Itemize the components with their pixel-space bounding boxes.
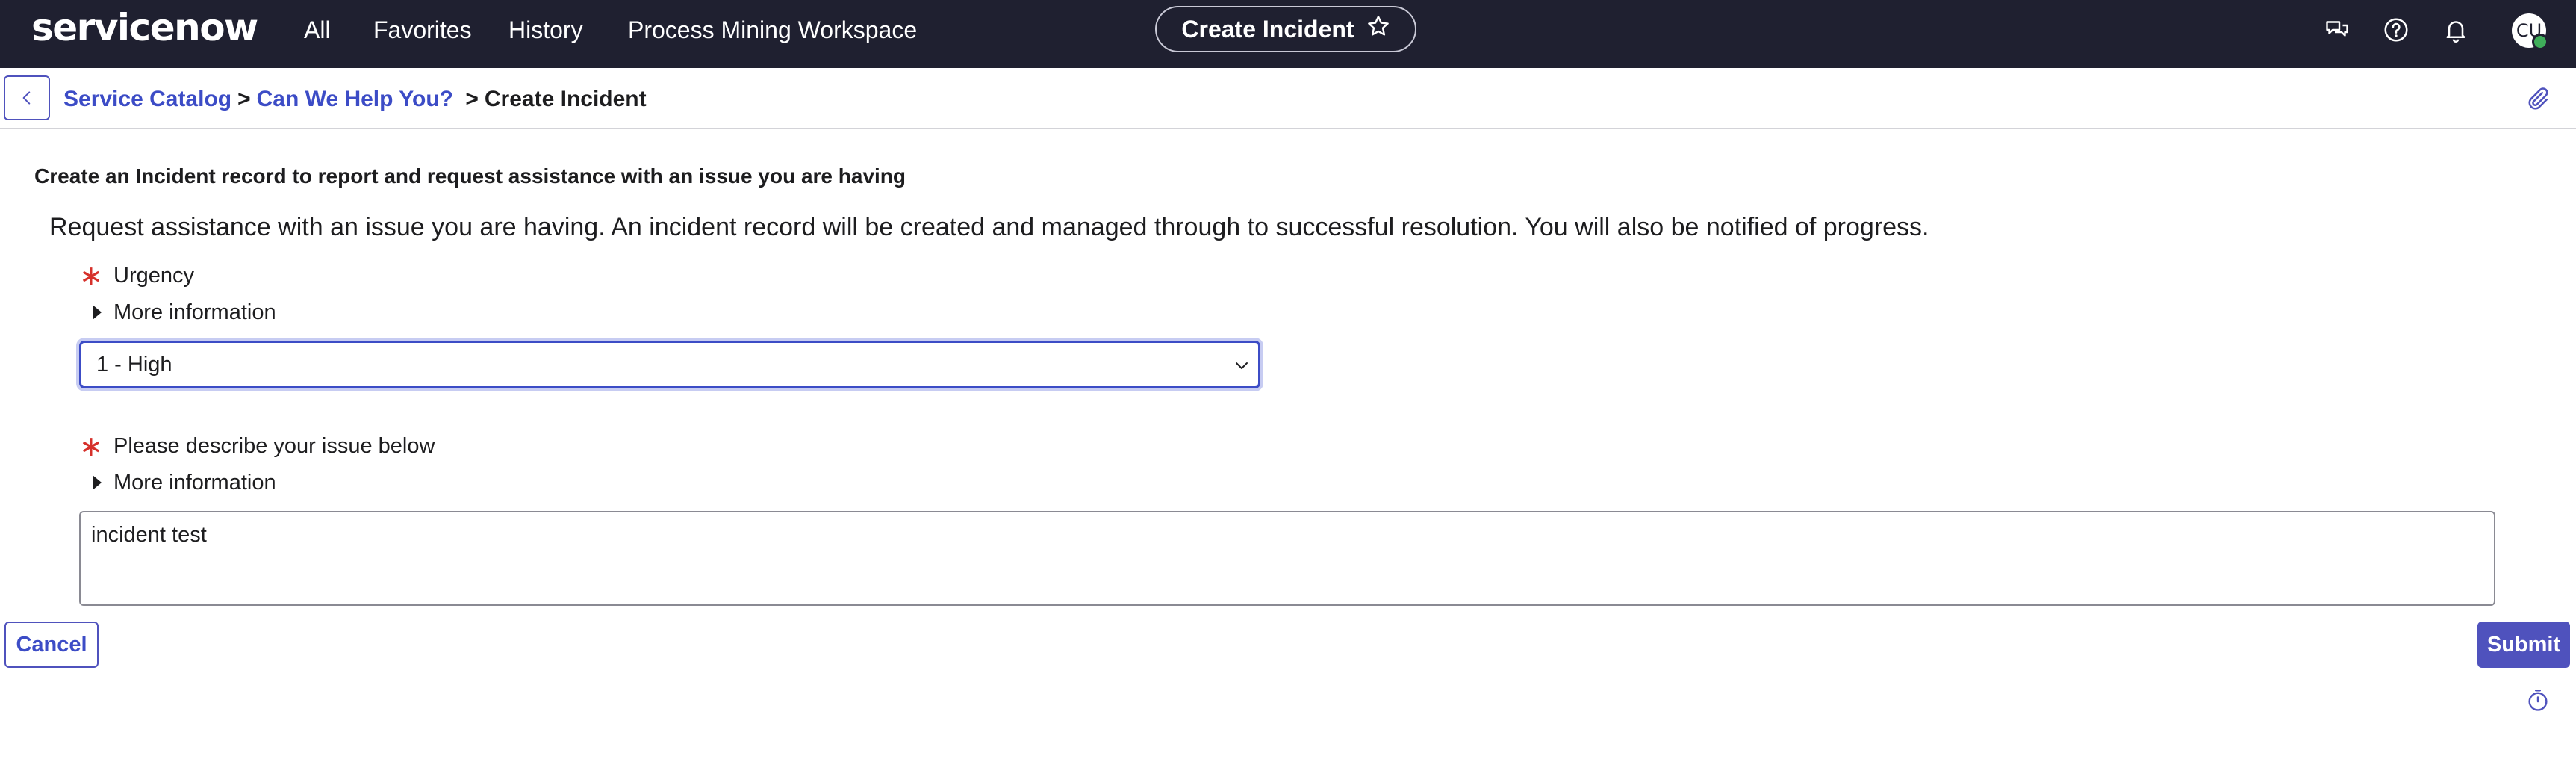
breadcrumb-separator: > (465, 87, 479, 111)
user-avatar[interactable]: CU (2512, 13, 2548, 50)
breadcrumb-can-we-help-you[interactable]: Can We Help You? (257, 87, 453, 111)
form-description: Request assistance with an issue you are… (49, 213, 1929, 241)
urgency-select[interactable]: 1 - High (79, 341, 1260, 388)
caret-right-icon (93, 305, 102, 320)
breadcrumb: Service Catalog > Can We Help You? > Create… (63, 84, 647, 114)
urgency-label: Urgency (113, 264, 194, 288)
issue-more-information-toggle[interactable]: More information (93, 468, 276, 498)
chevron-left-icon (22, 91, 31, 105)
issue-description-value: incident test (91, 523, 207, 547)
more-information-label: More information (113, 471, 276, 495)
breadcrumb-service-catalog[interactable]: Service Catalog (63, 87, 231, 111)
nav-process-mining-workspace[interactable]: Process Mining Workspace (628, 15, 917, 45)
nav-favorites[interactable]: Favorites (373, 15, 472, 45)
cancel-button[interactable]: Cancel (4, 622, 99, 668)
breadcrumb-separator: > (237, 87, 251, 111)
breadcrumb-bar: Service Catalog > Can We Help You? > Create… (0, 68, 2576, 129)
bell-icon[interactable] (2442, 16, 2469, 43)
caret-right-icon (93, 475, 102, 490)
breadcrumb-current: Create Incident (484, 87, 647, 111)
issue-description-textarea[interactable]: incident test (79, 511, 2495, 606)
chat-icon[interactable] (2324, 16, 2351, 43)
issue-description-label: Please describe your issue below (113, 434, 435, 458)
required-icon: ∗ (79, 259, 103, 292)
star-icon[interactable] (1366, 14, 1390, 44)
urgency-selected-value: 1 - High (96, 353, 172, 377)
paperclip-icon[interactable] (2524, 84, 2551, 111)
top-nav-bar: servicenow All Favorites History Process… (0, 0, 2576, 68)
nav-all[interactable]: All (304, 15, 331, 45)
presence-status-dot (2532, 34, 2548, 50)
nav-history[interactable]: History (508, 15, 583, 45)
help-icon[interactable] (2383, 16, 2409, 43)
urgency-more-information-toggle[interactable]: More information (93, 297, 276, 327)
more-information-label: More information (113, 300, 276, 324)
context-pill-create-incident[interactable]: Create Incident (1155, 6, 1416, 52)
form-heading: Create an Incident record to report and … (34, 164, 906, 188)
submit-button[interactable]: Submit (2477, 622, 2570, 668)
servicenow-logo[interactable]: servicenow (31, 4, 258, 51)
context-pill-label: Create Incident (1181, 15, 1354, 43)
stopwatch-icon[interactable] (2525, 687, 2551, 713)
back-button[interactable] (4, 75, 50, 120)
required-icon: ∗ (79, 430, 103, 462)
chevron-down-icon (1236, 362, 1248, 369)
